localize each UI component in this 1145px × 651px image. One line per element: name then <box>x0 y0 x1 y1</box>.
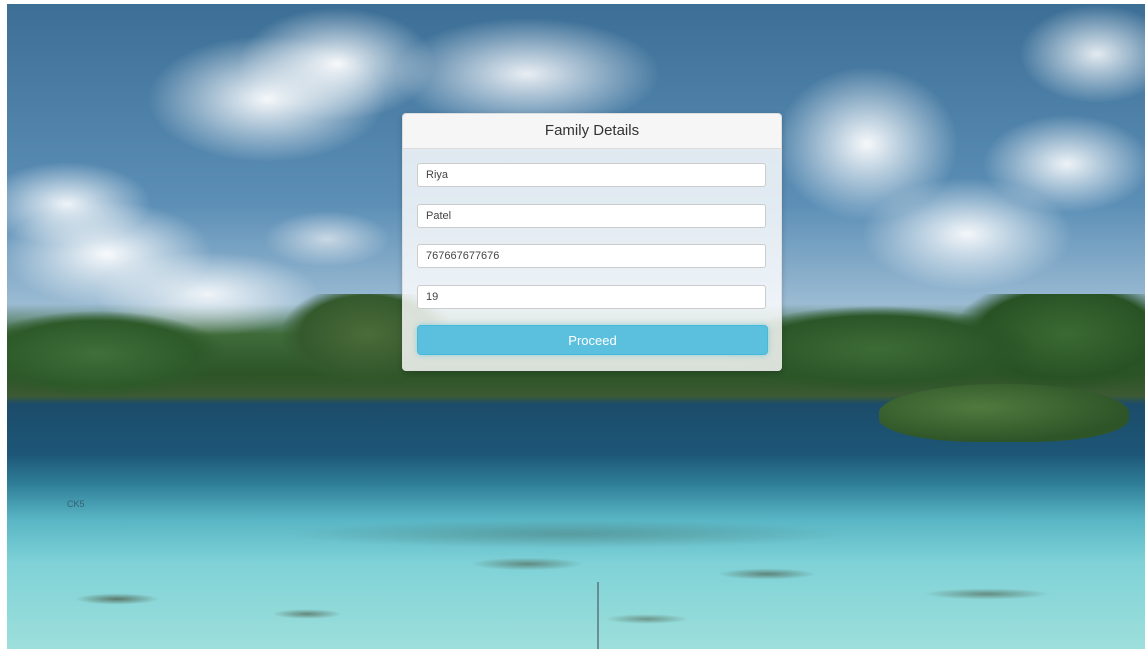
form-title: Family Details <box>403 114 781 149</box>
reef <box>7 504 1145 649</box>
first-name-input[interactable] <box>417 163 766 187</box>
proceed-button[interactable]: Proceed <box>417 325 768 355</box>
phone-input[interactable] <box>417 244 766 268</box>
islet <box>879 384 1129 442</box>
boat-mast <box>597 582 599 649</box>
age-input[interactable] <box>417 285 766 309</box>
background-mark: CK5 <box>67 499 85 509</box>
family-details-form: Family Details Proceed <box>402 113 782 371</box>
last-name-input[interactable] <box>417 204 766 228</box>
